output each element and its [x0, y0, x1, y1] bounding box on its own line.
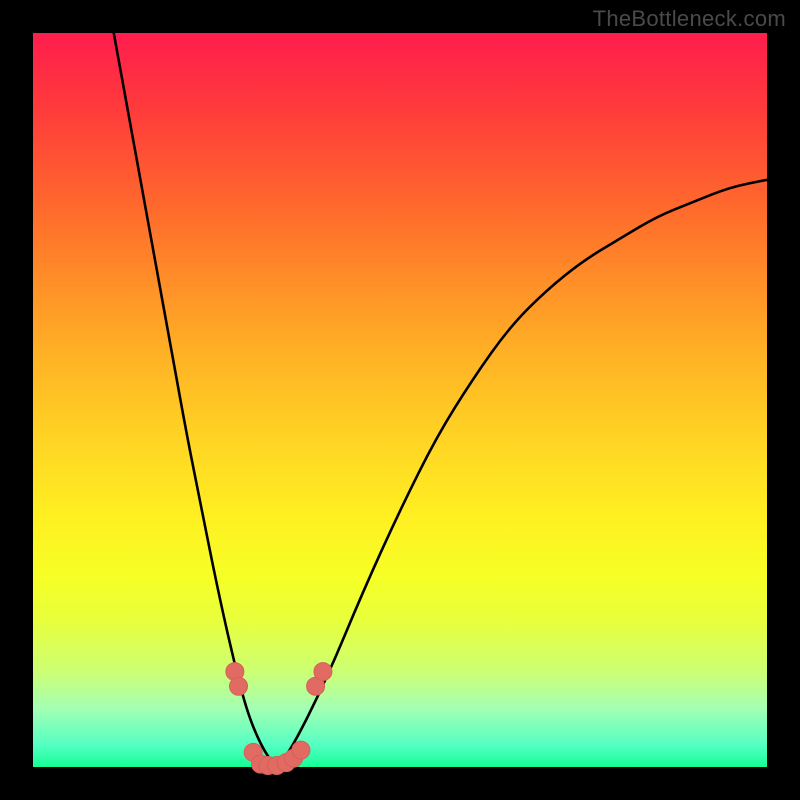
bottleneck-curve [114, 33, 767, 763]
watermark-text: TheBottleneck.com [593, 6, 786, 32]
curve-marker [230, 677, 248, 695]
plot-area [33, 33, 767, 767]
curve-markers [226, 663, 332, 775]
curve-marker [314, 663, 332, 681]
curve-marker [292, 741, 310, 759]
chart-frame: TheBottleneck.com [0, 0, 800, 800]
bottleneck-curve-svg [33, 33, 767, 767]
